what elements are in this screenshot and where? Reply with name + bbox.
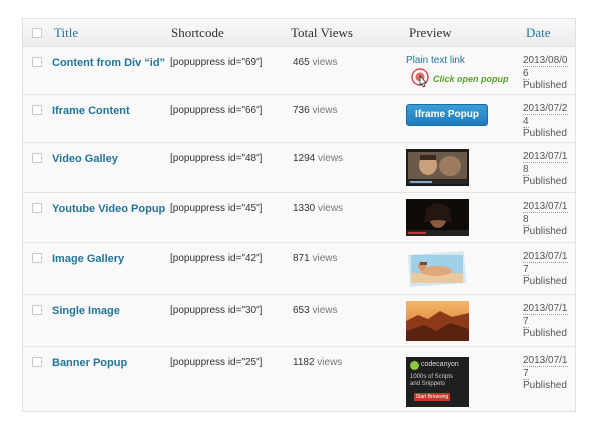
- views-count: 736 views: [293, 105, 338, 116]
- views-count: 1182 views: [293, 357, 343, 368]
- row-checkbox[interactable]: [32, 153, 42, 163]
- table-row: Image Gallery [popuppress id="42"] 871 v…: [23, 243, 575, 295]
- shortcode-text: [popuppress id="25"]: [170, 357, 263, 368]
- banner-line-1: 1000s of Scripts: [410, 374, 454, 380]
- popup-title-link[interactable]: Iframe Content: [52, 105, 130, 117]
- row-checkbox[interactable]: [32, 203, 42, 213]
- table-row: Youtube Video Popup [popuppress id="45"]…: [23, 193, 575, 243]
- table-row: Video Galley [popuppress id="48"] 1294 v…: [23, 143, 575, 193]
- shortcode-text: [popuppress id="69"]: [170, 57, 263, 68]
- shortcode-text: [popuppress id="48"]: [170, 153, 263, 164]
- row-checkbox[interactable]: [32, 253, 42, 263]
- select-all-checkbox[interactable]: [32, 28, 42, 38]
- banner-popup-thumbnail[interactable]: codecanyon 1000s of Scripts and Snippets…: [406, 357, 469, 407]
- table-row: Content from Div “id” [popuppress id="69…: [23, 47, 575, 95]
- views-count: 653 views: [293, 305, 338, 316]
- table-row: Iframe Content [popuppress id="66"] 736 …: [23, 95, 575, 143]
- iframe-popup-button[interactable]: Iframe Popup: [406, 104, 488, 126]
- date-cell: 2013/07/1 7 Published: [523, 303, 568, 339]
- date-cell: 2013/07/2 4 Published: [523, 103, 568, 139]
- column-shortcode: Shortcode: [171, 25, 224, 40]
- row-checkbox[interactable]: [32, 305, 42, 315]
- column-title[interactable]: Title: [54, 25, 78, 41]
- popup-title-link[interactable]: Video Galley: [52, 153, 118, 165]
- views-count: 1330 views: [293, 203, 344, 214]
- video-gallery-thumbnail[interactable]: [406, 149, 469, 186]
- shortcode-text: [popuppress id="66"]: [170, 105, 263, 116]
- popup-title-link[interactable]: Youtube Video Popup: [52, 203, 165, 215]
- date-cell: 2013/07/1 8 Published: [523, 151, 568, 187]
- click-open-popup-hint: Click open popup: [433, 74, 509, 84]
- row-checkbox[interactable]: [32, 57, 42, 67]
- table-row: Single Image [popuppress id="30"] 653 vi…: [23, 295, 575, 347]
- views-count: 465 views: [293, 57, 338, 68]
- column-total-views: Total Views: [291, 25, 353, 40]
- shortcode-text: [popuppress id="30"]: [170, 305, 263, 316]
- banner-start-browsing-button[interactable]: Start Browsing: [414, 393, 450, 401]
- popup-title-link[interactable]: Content from Div “id”: [52, 57, 165, 69]
- youtube-video-thumbnail[interactable]: [406, 199, 469, 236]
- single-image-thumbnail[interactable]: [406, 301, 469, 341]
- image-gallery-thumbnail[interactable]: [406, 249, 469, 289]
- row-checkbox[interactable]: [32, 357, 42, 367]
- plain-text-link[interactable]: Plain text link: [406, 55, 465, 66]
- date-cell: 2013/07/1 7 Published: [523, 251, 568, 287]
- column-preview: Preview: [409, 25, 452, 40]
- table-row: Banner Popup [popuppress id="25"] 1182 v…: [23, 347, 575, 411]
- date-cell: 2013/07/1 7 Published: [523, 355, 568, 391]
- date-cell: 2013/07/1 8 Published: [523, 201, 568, 237]
- codecanyon-logo-icon: [410, 361, 419, 370]
- date-cell: 2013/08/0 6 Published: [523, 55, 568, 91]
- banner-line-2: and Snippets: [410, 381, 446, 387]
- shortcode-text: [popuppress id="42"]: [170, 253, 263, 264]
- views-count: 871 views: [293, 253, 338, 264]
- table-header: Title Shortcode Total Views Preview Date: [23, 19, 575, 47]
- column-date[interactable]: Date: [526, 25, 551, 41]
- popups-list-table: Title Shortcode Total Views Preview Date…: [22, 18, 576, 412]
- shortcode-text: [popuppress id="45"]: [170, 203, 263, 214]
- popup-title-link[interactable]: Image Gallery: [52, 253, 124, 265]
- click-target-icon: [411, 68, 433, 95]
- views-count: 1294 views: [293, 153, 344, 164]
- banner-brand: codecanyon: [421, 361, 459, 368]
- popup-title-link[interactable]: Banner Popup: [52, 357, 127, 369]
- row-checkbox[interactable]: [32, 105, 42, 115]
- popup-title-link[interactable]: Single Image: [52, 305, 120, 317]
